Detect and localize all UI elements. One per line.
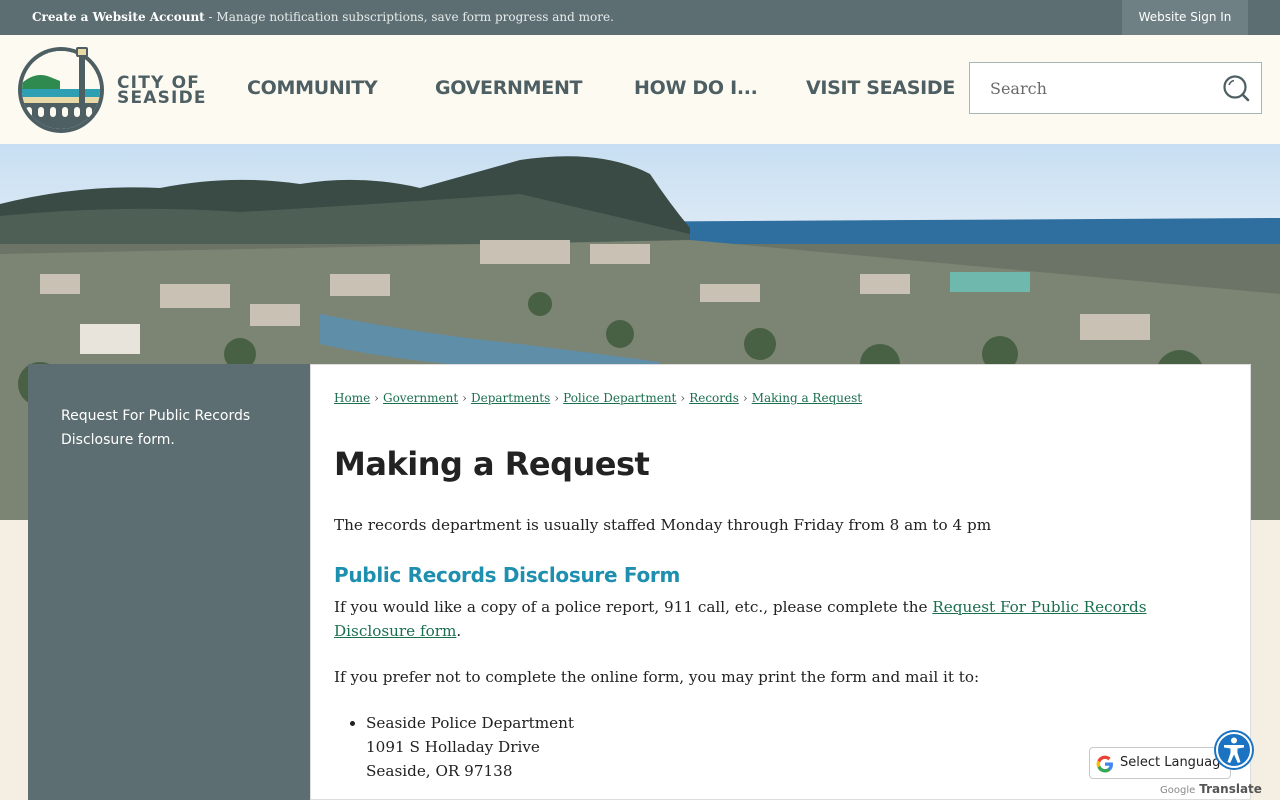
google-g-icon [1096, 755, 1113, 773]
logo-wordmark[interactable]: CITY OF SEASIDE [117, 75, 207, 108]
address-line-2: 1091 S Holladay Drive [366, 738, 540, 756]
breadcrumb-separator: › [680, 391, 686, 405]
website-sign-in-button[interactable]: Website Sign In [1122, 0, 1248, 35]
breadcrumb-government[interactable]: Government [383, 391, 458, 405]
breadcrumb-separator: › [554, 391, 560, 405]
language-select[interactable]: Select Language [1089, 747, 1231, 779]
section-heading-disclosure-form: Public Records Disclosure Form [334, 563, 680, 587]
logo-line-2: SEASIDE [117, 88, 207, 108]
address-line-1: Seaside Police Department [366, 714, 574, 732]
breadcrumb: Home › Government › Departments › Police Depar… [334, 391, 862, 405]
nav-how-do-i[interactable]: HOW DO I... [634, 77, 758, 99]
top-utility-bar: Create a Website Account - Manage notifi… [0, 0, 1280, 35]
breadcrumb-records[interactable]: Records [689, 391, 739, 405]
google-wordmark: Google [1160, 785, 1196, 796]
nav-community[interactable]: COMMUNITY [247, 77, 378, 99]
breadcrumb-making-a-request[interactable]: Making a Request [752, 391, 862, 405]
breadcrumb-police-department[interactable]: Police Department [563, 391, 676, 405]
search-input[interactable] [970, 63, 1210, 113]
list-item: Seaside Police Department 1091 S Hollada… [366, 711, 574, 783]
nav-government[interactable]: GOVERNMENT [435, 77, 583, 99]
breadcrumb-separator: › [374, 391, 379, 405]
create-account-link[interactable]: Create a Website Account [32, 10, 205, 24]
search-box [969, 62, 1262, 114]
breadcrumb-home[interactable]: Home [334, 391, 370, 405]
nav-visit-seaside[interactable]: VISIT SEASIDE [806, 77, 955, 99]
create-account-notice[interactable]: Create a Website Account - Manage notifi… [32, 10, 614, 24]
breadcrumb-separator: › [742, 391, 748, 405]
breadcrumb-departments[interactable]: Departments [471, 391, 550, 405]
city-logo-icon[interactable] [16, 43, 106, 135]
sidebar-link-public-records-form[interactable]: Request For Public Records Disclosure fo… [61, 404, 281, 452]
accessibility-icon[interactable] [1213, 729, 1255, 771]
search-icon[interactable] [1222, 74, 1250, 102]
address-line-3: Seaside, OR 97138 [366, 762, 513, 780]
disclosure-paragraph: If you would like a copy of a police rep… [334, 595, 1224, 643]
disclosure-text-before: If you would like a copy of a police rep… [334, 598, 933, 616]
page-title: Making a Request [334, 445, 650, 483]
breadcrumb-separator: › [462, 391, 467, 405]
mail-instructions-text: If you prefer not to complete the online… [334, 668, 980, 686]
mailing-address-list: Seaside Police Department 1091 S Hollada… [334, 711, 574, 783]
disclosure-text-after: . [456, 622, 462, 640]
translate-wordmark: Translate [1199, 782, 1262, 796]
main-content: Home › Government › Departments › Police Depar… [310, 364, 1251, 800]
powered-by-google-translate[interactable]: Google Translate [1160, 782, 1262, 796]
site-header: CITY OF SEASIDE COMMUNITY GOVERNMENT HOW… [0, 35, 1280, 144]
sidebar: Request For Public Records Disclosure fo… [28, 364, 310, 800]
staff-hours-text: The records department is usually staffe… [334, 516, 992, 534]
create-account-description: - Manage notification subscriptions, sav… [204, 10, 614, 24]
